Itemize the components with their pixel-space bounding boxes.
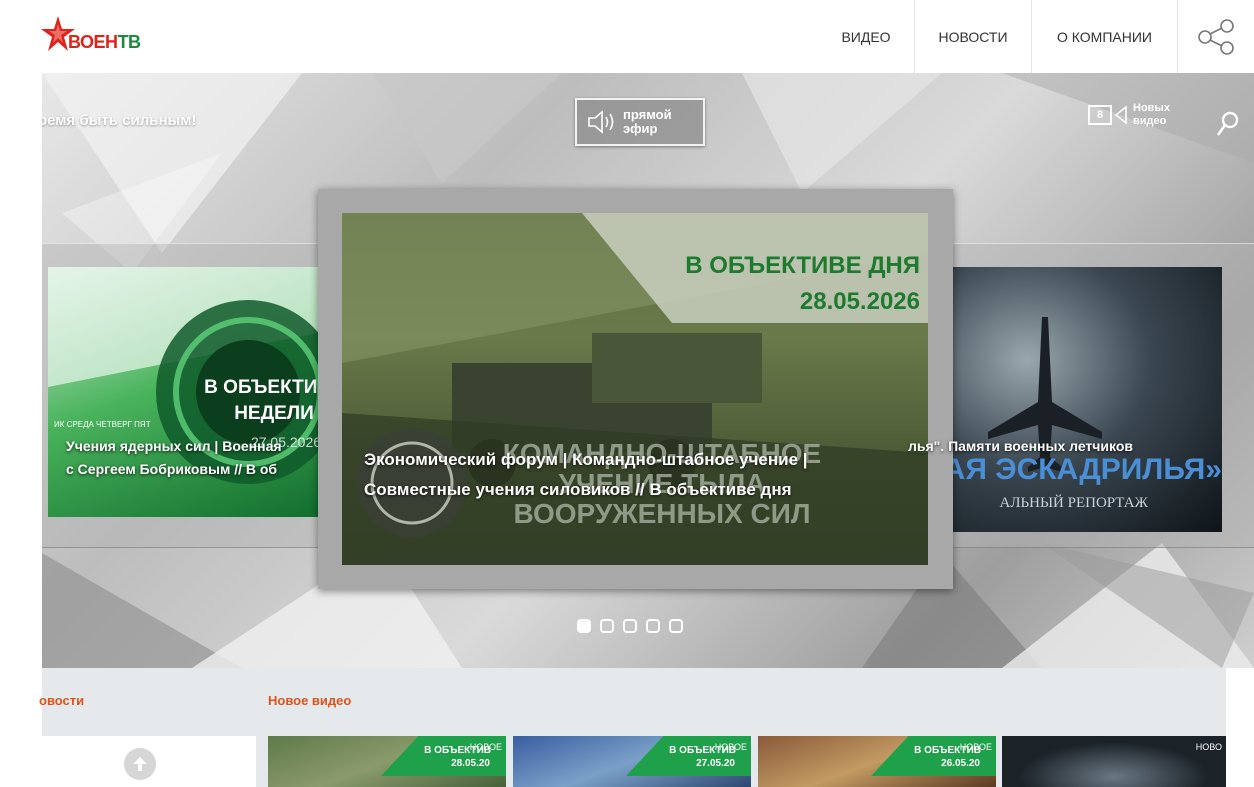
arrow-up-icon — [133, 757, 147, 771]
thumb-date: 28.05.20 — [451, 758, 490, 769]
video-thumb[interactable]: В ОБЪЕКТИВ 26.05.20 НОВОЕ — [758, 736, 996, 787]
live-label: прямой эфир — [623, 107, 672, 136]
new-videos-label: Новых видео — [1133, 102, 1170, 127]
slider-dot[interactable] — [600, 619, 614, 633]
share-icon — [1198, 18, 1234, 55]
thumb-date: 27.05.20 — [696, 758, 735, 769]
nav-item-company[interactable]: О КОМПАНИИ — [1032, 0, 1178, 73]
slide-left-caption[interactable]: Учения ядерных сил | Военная с Сергеем Б… — [66, 435, 366, 481]
slider-dot[interactable] — [623, 619, 637, 633]
slide-right-image: ТАЯ ЭСКАДРИЛЬЯ» АЛЬНЫЙ РЕПОРТАЖ — [927, 317, 1222, 511]
site-header: ВОЕНТВ ВИДЕО НОВОСТИ О КОМПАНИИ — [0, 0, 1254, 73]
camera-icon — [1114, 105, 1127, 125]
slide-center-caption[interactable]: Экономический форум | Командно-штабное у… — [364, 445, 924, 505]
svg-text:28.05.2026: 28.05.2026 — [800, 288, 920, 315]
slider-dot[interactable] — [646, 619, 660, 633]
new-video-section-title[interactable]: Новое видео — [268, 693, 351, 708]
share-button[interactable] — [1178, 0, 1254, 73]
nav-item-video[interactable]: ВИДЕО — [818, 0, 915, 73]
svg-text:ИК СРЕДА ЧЕТВЕРГ ПЯТ: ИК СРЕДА ЧЕТВЕРГ ПЯТ — [54, 420, 151, 429]
nav-item-news[interactable]: НОВОСТИ — [915, 0, 1032, 73]
new-videos-count: 8 — [1088, 105, 1112, 125]
slogan: ремя быть сильным! — [42, 112, 197, 129]
new-videos-button[interactable]: 8 Новых видео — [1088, 102, 1173, 128]
logo-text: ВОЕНТВ — [68, 32, 141, 52]
slider-dot[interactable] — [669, 619, 683, 633]
news-panel — [42, 736, 256, 787]
new-badge: НОВОЕ — [714, 742, 747, 752]
video-thumb[interactable]: НОВО — [1002, 736, 1226, 787]
thumb-date: 26.05.20 — [941, 758, 980, 769]
speaker-icon — [588, 110, 614, 134]
slider-dots — [577, 619, 683, 633]
main-nav: ВИДЕО НОВОСТИ О КОМПАНИИ — [818, 0, 1254, 73]
svg-text:НЕДЕЛИ: НЕДЕЛИ — [234, 403, 314, 424]
news-section-title[interactable]: овости — [39, 693, 84, 708]
video-thumb[interactable]: В ОБЪЕКТИВ 28.05.20 НОВОЕ — [268, 736, 506, 787]
svg-text:АЛЬНЫЙ РЕПОРТАЖ: АЛЬНЫЙ РЕПОРТАЖ — [1000, 494, 1149, 511]
hero-slider: ремя быть сильным! прямой эфир 8 Новых в… — [42, 73, 1254, 668]
logo[interactable]: ВОЕНТВ — [40, 14, 180, 60]
search-icon[interactable] — [1216, 111, 1240, 137]
svg-text:В ОБЪЕКТИВЕ ДНЯ: В ОБЪЕКТИВЕ ДНЯ — [685, 252, 920, 279]
scroll-up-button[interactable] — [124, 748, 156, 780]
live-stream-button[interactable]: прямой эфир — [575, 98, 705, 146]
slide-center-image: В ОБЪЕКТИВЕ ДНЯ 28.05.2026 КОМАНДНО-ШТАБ… — [342, 213, 928, 565]
new-badge: НОВО — [1195, 742, 1222, 752]
slide-center[interactable]: В ОБЪЕКТИВЕ ДНЯ 28.05.2026 КОМАНДНО-ШТАБ… — [342, 213, 928, 565]
slide-right-caption[interactable]: лья". Памяти военных летчиков — [908, 435, 1228, 458]
slide-right[interactable]: ТАЯ ЭСКАДРИЛЬЯ» АЛЬНЫЙ РЕПОРТАЖ — [922, 267, 1222, 532]
new-badge: НОВОЕ — [959, 742, 992, 752]
new-badge: НОВОЕ — [469, 742, 502, 752]
lower-section: овости Новое видео В ОБЪЕКТИВ 28.05.20 Н… — [39, 668, 1226, 787]
video-thumb[interactable]: В ОБЪЕКТИВ 27.05.20 НОВОЕ — [513, 736, 751, 787]
slider-dot[interactable] — [577, 619, 591, 633]
